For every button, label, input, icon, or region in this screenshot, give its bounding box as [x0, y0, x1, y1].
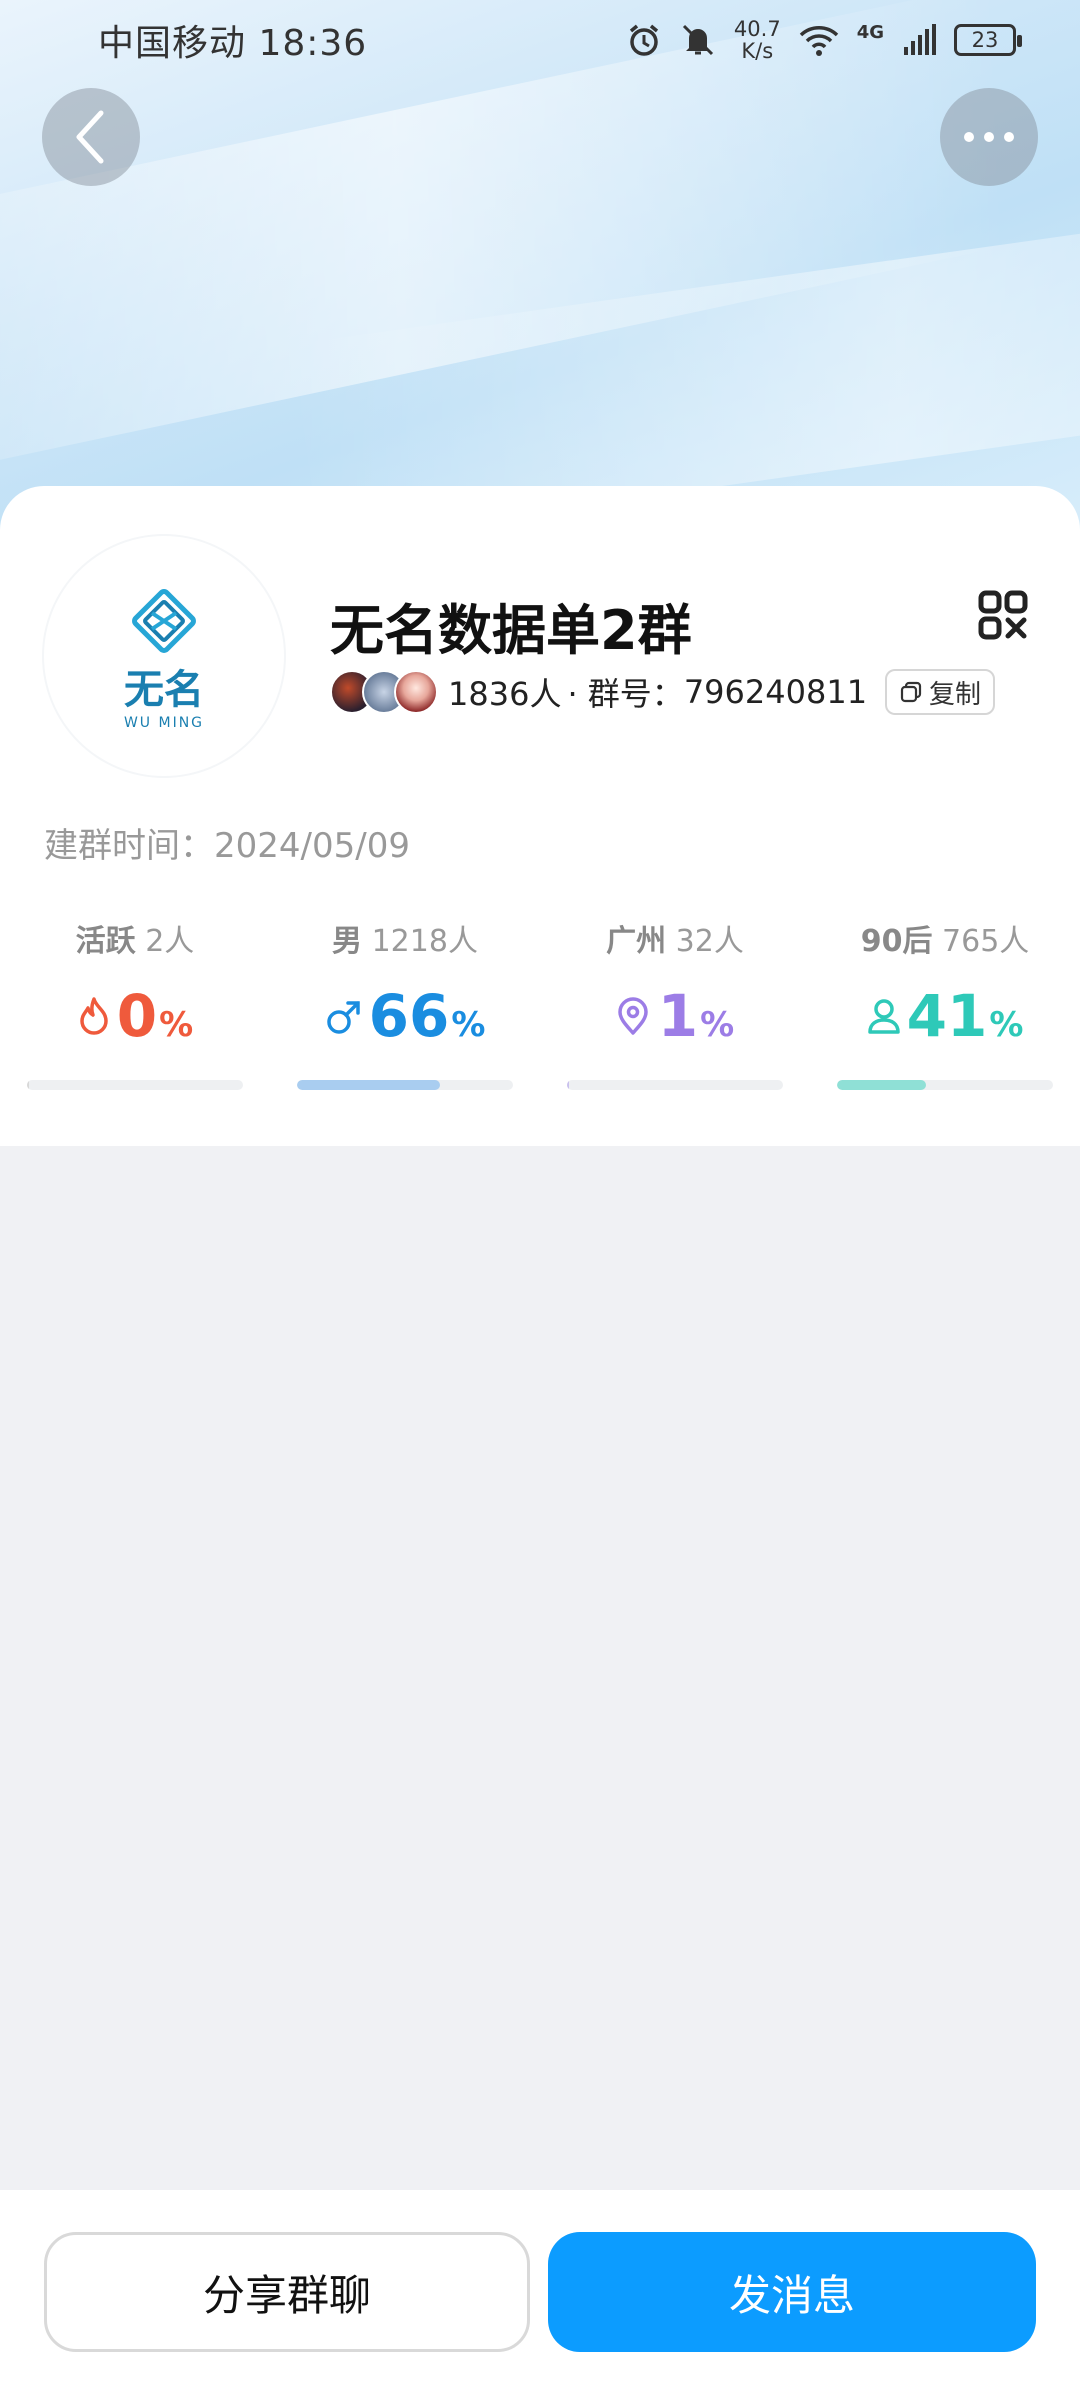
group-logo-icon — [132, 589, 196, 653]
group-meta-row: 1836人 · 群号： 796240811 复制 — [330, 666, 996, 718]
ellipsis-icon — [964, 132, 1014, 142]
wifi-icon — [799, 26, 838, 56]
stat-value: 41% — [867, 982, 1023, 1054]
send-message-button[interactable]: 发消息 — [548, 2232, 1036, 2352]
group-name: 无名数据单2群 — [330, 599, 692, 662]
flame-icon — [80, 997, 108, 1035]
stat-value: 0% — [77, 982, 193, 1054]
group-id-label: · 群号： — [567, 675, 684, 713]
group-stats: 活跃 2人 0% 男 1218人 66% 广州 32人 1% 90后 765人 … — [0, 916, 1080, 1090]
alarm-icon — [629, 24, 659, 56]
back-button[interactable] — [42, 88, 140, 186]
stat-active[interactable]: 活跃 2人 0% — [0, 916, 270, 1090]
stat-label: 90后 765人 — [860, 924, 1030, 959]
group-avatar[interactable]: 无名 WU MING — [44, 536, 284, 776]
stat-bar-fill — [27, 1080, 29, 1090]
status-bar: 中国移动 18:36 40.7 K/s 4G 23 — [0, 0, 1080, 80]
logo-subtitle: WU MING — [123, 715, 205, 731]
stat-label: 广州 32人 — [606, 924, 744, 959]
header-background — [0, 0, 1080, 560]
location-icon — [618, 997, 648, 1035]
stat-label: 活跃 2人 — [75, 924, 195, 959]
member-count: 1836人 — [448, 675, 562, 713]
stat-bar-fill — [567, 1080, 570, 1090]
status-icons: 40.7 K/s 4G 23 — [626, 17, 1022, 63]
stat-value: 66% — [325, 982, 485, 1054]
stat-bar-fill — [297, 1080, 440, 1090]
male-icon — [326, 1001, 360, 1034]
stat-bar-fill — [837, 1080, 926, 1090]
stat-bar — [297, 1080, 513, 1090]
share-group-button[interactable]: 分享群聊 — [44, 2232, 530, 2352]
group-info-card: 无名 WU MING 无名数据单2群 1836人 · 群号： 796240811… — [0, 486, 1080, 1146]
stat-bar — [837, 1080, 1053, 1090]
stat-age[interactable]: 90后 765人 41% — [810, 916, 1080, 1090]
signal-icon — [904, 24, 936, 55]
stat-label: 男 1218人 — [332, 924, 478, 959]
member-avatars[interactable] — [330, 670, 438, 714]
bottom-action-bar: 分享群聊 发消息 — [0, 2190, 1080, 2400]
stat-gender[interactable]: 男 1218人 66% — [270, 916, 540, 1090]
stat-bar — [567, 1080, 783, 1090]
created-date: 2024/05/09 — [214, 826, 410, 866]
person-icon — [867, 999, 900, 1034]
stat-location[interactable]: 广州 32人 1% — [540, 916, 810, 1090]
member-avatar — [394, 670, 438, 714]
copy-label: 复制 — [929, 679, 982, 710]
net-speed: 40.7 K/s — [733, 17, 781, 63]
copy-icon — [900, 681, 922, 703]
mute-bell-icon — [682, 24, 713, 56]
created-label: 建群时间： — [44, 826, 214, 866]
network-type: 4G — [856, 22, 884, 43]
chevron-left-icon — [76, 110, 104, 164]
battery-icon: 23 — [954, 24, 1022, 56]
qr-code-icon[interactable] — [978, 590, 1028, 640]
more-button[interactable] — [940, 88, 1038, 186]
group-id: 796240811 — [683, 673, 868, 711]
stat-value: 1% — [616, 982, 734, 1054]
logo-text: 无名 — [124, 667, 204, 713]
carrier-time: 中国移动 18:36 — [98, 23, 368, 64]
stat-bar — [27, 1080, 243, 1090]
copy-button[interactable]: 复制 — [885, 669, 996, 715]
created-date-row: 建群时间：2024/05/09 — [44, 818, 410, 867]
